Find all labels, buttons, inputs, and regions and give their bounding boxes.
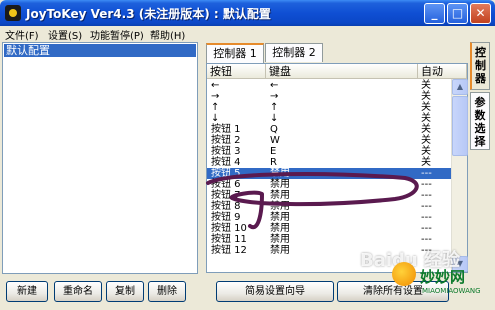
cell-keyboard: ← [270,80,279,91]
setup-wizard-button[interactable]: 简易设置向导 [216,281,334,302]
cell-auto: 关 [421,135,431,146]
brand-logo-icon [392,262,416,286]
button-mapping-table: 按钮 键盘 自动 ← ← 关 → → 关 ↑ ↑ 关 ↓ ↓ 关 按钮 1 Q 关 按钮 2 W 关 按… [206,63,468,273]
cell-auto: 关 [421,113,431,124]
cell-keyboard: 禁用 [270,168,290,179]
brand-name: 妙妙网 [420,268,466,286]
new-profile-button[interactable]: 新建 [6,281,48,302]
cell-auto: 关 [421,102,431,113]
cell-auto: --- [421,179,432,190]
cell-button: ↑ [211,102,220,113]
cell-button: 按钮 9 [211,212,241,223]
cell-button: 按钮 11 [211,234,247,245]
cell-keyboard: ↓ [270,113,279,124]
table-row[interactable]: 按钮 10 禁用 --- [207,223,467,234]
cell-button: ↓ [211,113,220,124]
cell-keyboard: Q [270,124,278,135]
cell-button: 按钮 12 [211,245,247,256]
scroll-up-icon[interactable]: ▲ [452,79,468,95]
cell-keyboard: 禁用 [270,212,290,223]
table-row[interactable]: → → 关 [207,91,467,102]
vertical-scrollbar[interactable]: ▲ ▼ [451,79,468,272]
menu-bar: 文件(F) 设置(S) 功能暂停(P) 帮助(H) [0,26,495,42]
joystick-icon [5,5,21,21]
cell-keyboard: 禁用 [270,190,290,201]
cell-keyboard: R [270,157,277,168]
profile-item-default[interactable]: 默认配置 [4,44,196,57]
table-row[interactable]: ← ← 关 [207,80,467,91]
cell-auto: --- [421,168,432,179]
table-header: 按钮 键盘 自动 [207,64,467,79]
cell-button: 按钮 7 [211,190,241,201]
tab-controller-2[interactable]: 控制器 2 [265,43,323,62]
minimize-button[interactable]: _ [424,3,445,24]
rename-profile-button[interactable]: 重命名 [54,281,102,302]
cell-auto: 关 [421,124,431,135]
table-body: ← ← 关 → → 关 ↑ ↑ 关 ↓ ↓ 关 按钮 1 Q 关 按钮 2 W 关 按钮 3 E 关 按钮 … [207,80,467,256]
cell-auto: --- [421,201,432,212]
window-title: JoyToKey Ver4.3 (未注册版本) : 默认配置 [26,7,271,21]
column-header-button[interactable]: 按钮 [207,64,266,79]
cell-keyboard: 禁用 [270,245,290,256]
table-row[interactable]: 按钮 6 禁用 --- [207,179,467,190]
side-tab-preferences[interactable]: 参数选择 [470,92,490,150]
table-row[interactable]: ↓ ↓ 关 [207,113,467,124]
cell-button: 按钮 10 [211,223,247,234]
brand-subtitle: MIAOMIAOWANG [422,287,481,295]
cell-keyboard: 禁用 [270,223,290,234]
table-row[interactable]: 按钮 2 W 关 [207,135,467,146]
table-row[interactable]: 按钮 1 Q 关 [207,124,467,135]
cell-button: 按钮 5 [211,168,241,179]
table-row[interactable]: 按钮 9 禁用 --- [207,212,467,223]
table-row-selected[interactable]: 按钮 5 禁用 --- [207,168,467,179]
cell-button: 按钮 2 [211,135,241,146]
cell-keyboard: 禁用 [270,179,290,190]
cell-keyboard: 禁用 [270,201,290,212]
table-row[interactable]: 按钮 7 禁用 --- [207,190,467,201]
cell-button: 按钮 4 [211,157,241,168]
cell-auto: 关 [421,146,431,157]
table-row[interactable]: ↑ ↑ 关 [207,102,467,113]
table-row[interactable]: 按钮 4 R 关 [207,157,467,168]
column-header-keyboard[interactable]: 键盘 [266,64,418,79]
profile-list[interactable]: 默认配置 [2,42,198,274]
cell-auto: --- [421,234,432,245]
cell-keyboard: ↑ [270,102,279,113]
copy-profile-button[interactable]: 复制 [106,281,144,302]
app-window: JoyToKey Ver4.3 (未注册版本) : 默认配置 _ □ ✕ 文件(… [0,0,495,310]
cell-auto: 关 [421,157,431,168]
cell-button: ← [211,80,220,91]
maximize-button[interactable]: □ [447,3,468,24]
table-row[interactable]: 按钮 11 禁用 --- [207,234,467,245]
column-header-auto[interactable]: 自动 [418,64,467,79]
tab-controller-1[interactable]: 控制器 1 [206,43,264,63]
cell-button: 按钮 1 [211,124,241,135]
cell-button: → [211,91,220,102]
cell-button: 按钮 8 [211,201,241,212]
cell-auto: 关 [421,80,431,91]
cell-auto: --- [421,190,432,201]
cell-auto: --- [421,223,432,234]
cell-keyboard: W [270,135,280,146]
title-bar[interactable]: JoyToKey Ver4.3 (未注册版本) : 默认配置 _ □ ✕ [0,0,495,26]
close-button[interactable]: ✕ [470,3,491,24]
scroll-thumb[interactable] [452,96,468,156]
cell-auto: --- [421,212,432,223]
cell-auto: 关 [421,91,431,102]
cell-button: 按钮 3 [211,146,241,157]
table-row[interactable]: 按钮 8 禁用 --- [207,201,467,212]
menu-pause[interactable]: 功能暂停(P) [90,27,144,42]
menu-help[interactable]: 帮助(H) [150,27,185,42]
delete-profile-button[interactable]: 删除 [148,281,186,302]
menu-file[interactable]: 文件(F) [5,27,39,42]
table-row[interactable]: 按钮 3 E 关 [207,146,467,157]
cell-keyboard: 禁用 [270,234,290,245]
side-tab-controller[interactable]: 控制器 [470,42,490,90]
menu-settings[interactable]: 设置(S) [48,27,82,42]
cell-keyboard: E [270,146,277,157]
cell-button: 按钮 6 [211,179,241,190]
cell-keyboard: → [270,91,279,102]
